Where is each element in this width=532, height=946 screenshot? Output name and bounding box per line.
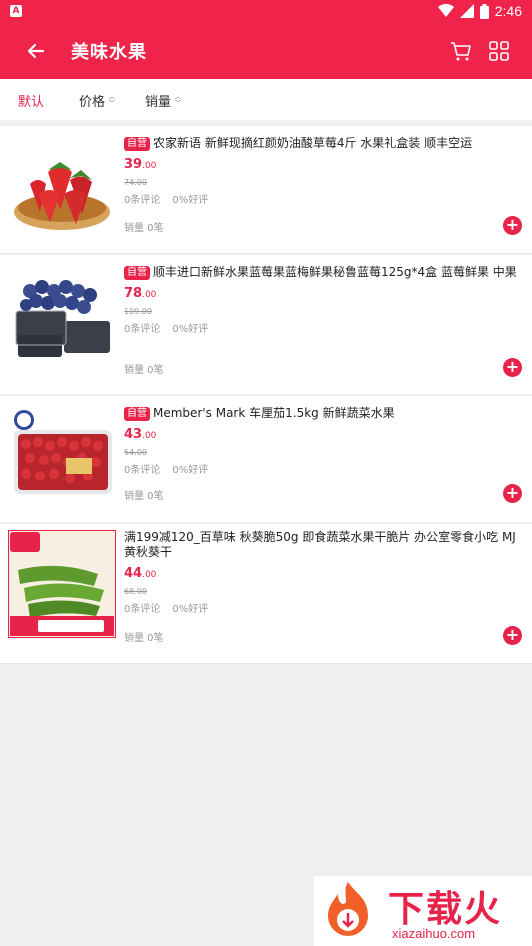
- product-info: 满199减120_百草味 秋葵脆50g 即食蔬菜水果干脆片 办公室零食小吃 MJ…: [124, 530, 520, 615]
- price-integer: 44: [124, 566, 143, 581]
- notification-icon: A: [10, 5, 22, 17]
- watermark: 下载火 xiazaihuo.com: [314, 876, 532, 946]
- product-item[interactable]: 自营 农家新语 新鲜现摘红颜奶油酸草莓4斤 水果礼盒装 顺丰空运 39.00 74…: [0, 126, 532, 254]
- review-count: 0条评论: [124, 465, 161, 476]
- sort-tab-default[interactable]: 默认: [18, 91, 44, 110]
- sort-tab-label: 价格: [79, 95, 106, 110]
- product-title: 农家新语 新鲜现摘红颜奶油酸草莓4斤 水果礼盒装 顺丰空运: [153, 136, 473, 150]
- product-price: 44.00: [124, 566, 520, 581]
- sort-tab-price[interactable]: 价格 ︿ ﹀: [79, 91, 115, 110]
- product-price: 78.00: [124, 286, 520, 301]
- price-decimal: .00: [142, 431, 157, 441]
- product-image-cherry-tomatoes[interactable]: [8, 406, 116, 514]
- product-image-strawberries[interactable]: [8, 136, 116, 244]
- product-meta: 0条评论 0%好评: [124, 461, 520, 476]
- status-bar: A 2:46: [0, 0, 532, 24]
- flame-logo-icon: [328, 882, 368, 936]
- product-meta: 0条评论 0%好评: [124, 600, 520, 615]
- product-item[interactable]: 自营 顺丰进口新鲜水果蓝莓果蓝梅鲜果秘鲁蓝莓125g*4盒 蓝莓鲜果 中果 78.…: [0, 255, 532, 395]
- original-price: 74.00: [124, 178, 147, 187]
- system-icons: 2:46: [437, 3, 522, 19]
- product-name[interactable]: 满199减120_百草味 秋葵脆50g 即食蔬菜水果干脆片 办公室零食小吃 MJ…: [124, 530, 520, 560]
- sales-count: 销量 0笔: [124, 491, 164, 502]
- sort-tab-label: 销量: [145, 95, 172, 110]
- review-count: 0条评论: [124, 604, 161, 615]
- original-price: 54.00: [124, 448, 147, 457]
- self-operated-badge: 自营: [124, 266, 150, 280]
- product-image-blueberries[interactable]: [8, 265, 116, 373]
- add-to-cart-button[interactable]: +: [503, 358, 522, 377]
- product-meta: 0条评论 0%好评: [124, 320, 520, 335]
- price-decimal: .00: [142, 161, 157, 171]
- signal-icon: [459, 4, 474, 18]
- product-name[interactable]: 自营 农家新语 新鲜现摘红颜奶油酸草莓4斤 水果礼盒装 顺丰空运: [124, 136, 520, 151]
- price-integer: 43: [124, 427, 143, 442]
- product-info: 自营 农家新语 新鲜现摘红颜奶油酸草莓4斤 水果礼盒装 顺丰空运 39.00 74…: [124, 136, 520, 206]
- product-image-okra-chips[interactable]: [8, 530, 116, 638]
- sales-count: 销量 0笔: [124, 633, 164, 644]
- watermark-url: xiazaihuo.com: [392, 926, 476, 941]
- cart-icon[interactable]: [449, 39, 473, 63]
- original-price: 109.00: [124, 307, 152, 316]
- product-name[interactable]: 自营 Member's Mark 车厘茄1.5kg 新鲜蔬菜水果: [124, 406, 520, 421]
- battery-icon: [479, 3, 489, 19]
- clock: 2:46: [494, 3, 522, 19]
- page-title: 美味水果: [71, 42, 147, 63]
- wifi-icon: [437, 4, 454, 17]
- positive-rating: 0%好评: [172, 465, 209, 476]
- review-count: 0条评论: [124, 195, 161, 206]
- sales-count: 销量 0笔: [124, 223, 164, 234]
- review-count: 0条评论: [124, 324, 161, 335]
- grid-view-icon[interactable]: [488, 40, 510, 62]
- price-decimal: .00: [142, 570, 157, 580]
- product-name[interactable]: 自营 顺丰进口新鲜水果蓝莓果蓝梅鲜果秘鲁蓝莓125g*4盒 蓝莓鲜果 中果: [124, 265, 520, 280]
- product-info: 自营 Member's Mark 车厘茄1.5kg 新鲜蔬菜水果 43.00 54…: [124, 406, 520, 476]
- positive-rating: 0%好评: [172, 604, 209, 615]
- sort-bar: 默认 价格 ︿ ﹀ 销量 ︿ ﹀: [0, 79, 532, 120]
- product-title: 顺丰进口新鲜水果蓝莓果蓝梅鲜果秘鲁蓝莓125g*4盒 蓝莓鲜果 中果: [153, 265, 517, 279]
- product-price: 43.00: [124, 427, 520, 442]
- self-operated-badge: 自营: [124, 407, 150, 421]
- price-integer: 39: [124, 157, 143, 172]
- positive-rating: 0%好评: [172, 324, 209, 335]
- price-decimal: .00: [142, 290, 157, 300]
- original-price: 68.00: [124, 587, 147, 596]
- product-price: 39.00: [124, 157, 520, 172]
- product-title: 满199减120_百草味 秋葵脆50g 即食蔬菜水果干脆片 办公室零食小吃 MJ…: [124, 530, 516, 559]
- self-operated-badge: 自营: [124, 137, 150, 151]
- positive-rating: 0%好评: [172, 195, 209, 206]
- app-bar: 美味水果: [0, 24, 532, 79]
- product-meta: 0条评论 0%好评: [124, 191, 520, 206]
- product-item[interactable]: 自营 Member's Mark 车厘茄1.5kg 新鲜蔬菜水果 43.00 54…: [0, 396, 532, 523]
- add-to-cart-button[interactable]: +: [503, 484, 522, 503]
- product-info: 自营 顺丰进口新鲜水果蓝莓果蓝梅鲜果秘鲁蓝莓125g*4盒 蓝莓鲜果 中果 78.…: [124, 265, 520, 335]
- sort-arrows-icon: ︿ ﹀: [109, 93, 116, 107]
- arrow-left-icon[interactable]: [24, 39, 48, 63]
- price-integer: 78: [124, 286, 143, 301]
- product-item[interactable]: 满199减120_百草味 秋葵脆50g 即食蔬菜水果干脆片 办公室零食小吃 MJ…: [0, 524, 532, 664]
- sort-arrows-icon: ︿ ﹀: [175, 93, 182, 107]
- add-to-cart-button[interactable]: +: [503, 216, 522, 235]
- sort-tab-sales[interactable]: 销量 ︿ ﹀: [145, 91, 181, 110]
- sort-tab-label: 默认: [18, 95, 45, 110]
- product-title: Member's Mark 车厘茄1.5kg 新鲜蔬菜水果: [153, 406, 395, 420]
- sales-count: 销量 0笔: [124, 365, 164, 376]
- add-to-cart-button[interactable]: +: [503, 626, 522, 645]
- watermark-text: 下载火: [388, 889, 503, 930]
